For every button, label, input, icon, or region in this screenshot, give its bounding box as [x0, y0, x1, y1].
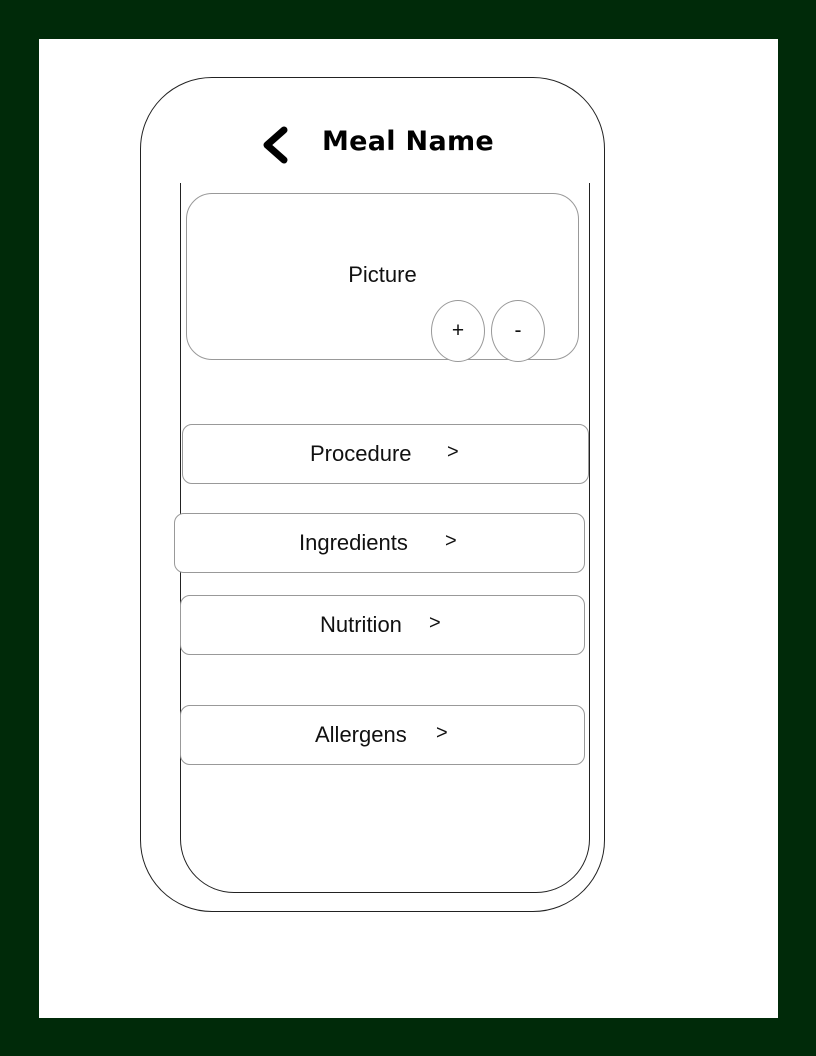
procedure-button[interactable]: Procedure >	[182, 424, 589, 484]
chevron-right-icon: >	[429, 612, 441, 634]
nutrition-label: Nutrition	[320, 612, 402, 637]
procedure-label: Procedure	[310, 441, 412, 466]
picture-label: Picture	[348, 262, 417, 287]
chevron-left-icon[interactable]	[258, 126, 292, 164]
nutrition-button[interactable]: Nutrition >	[180, 595, 585, 655]
ingredients-label: Ingredients	[299, 530, 408, 555]
chevron-right-icon: >	[445, 530, 457, 552]
zoom-out-button[interactable]: -	[491, 300, 545, 362]
ingredients-button[interactable]: Ingredients >	[174, 513, 585, 573]
chevron-right-icon: >	[447, 441, 459, 463]
zoom-in-label: +	[451, 319, 465, 342]
zoom-out-label: -	[514, 319, 522, 342]
allergens-button[interactable]: Allergens >	[180, 705, 585, 765]
page-title: Meal Name	[322, 126, 495, 157]
chevron-right-icon: >	[436, 722, 448, 744]
zoom-in-button[interactable]: +	[431, 300, 485, 362]
allergens-label: Allergens	[315, 722, 407, 747]
